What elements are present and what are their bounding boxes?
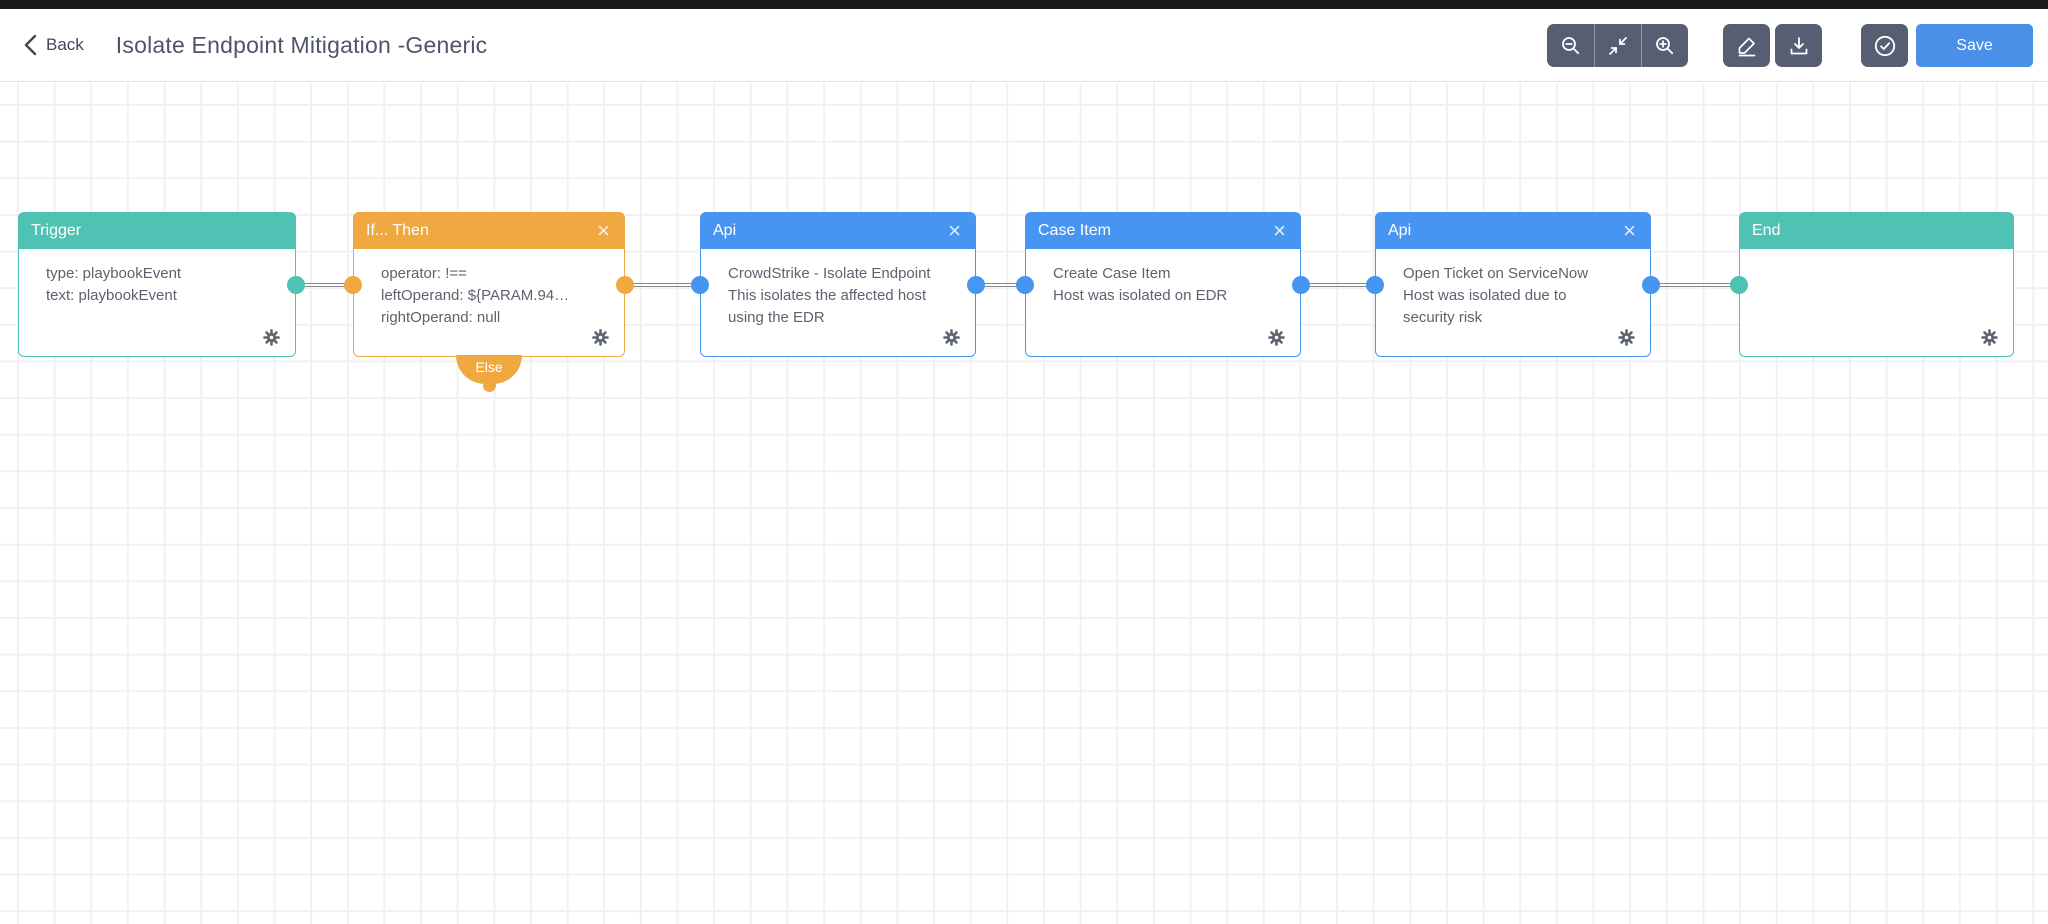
node-type-label: Api xyxy=(713,222,737,239)
settings-gear-icon[interactable] xyxy=(1618,329,1635,346)
zoom-button-group xyxy=(1547,24,1688,67)
else-port[interactable] xyxy=(482,379,496,392)
connector-port-left[interactable] xyxy=(1730,276,1748,294)
node-type-label: If... Then xyxy=(366,222,429,239)
fit-to-screen-icon xyxy=(1609,36,1627,55)
node-header: End xyxy=(1740,213,2013,249)
connector-port-right[interactable] xyxy=(287,276,305,294)
connector-port-right[interactable] xyxy=(967,276,985,294)
close-icon[interactable]: × xyxy=(1273,220,1286,242)
header-toolbar: Save xyxy=(1547,9,2033,82)
else-label: Else xyxy=(475,359,503,375)
zoom-out-icon xyxy=(1561,36,1579,54)
node-body: operator: !== leftOperand: ${PARAM.94… rig… xyxy=(354,249,624,329)
node-api[interactable]: Api × Open Ticket on ServiceNow Host was is… xyxy=(1375,212,1651,357)
node-body-line: leftOperand: ${PARAM.94… xyxy=(381,287,570,304)
settings-gear-icon[interactable] xyxy=(1981,329,1998,346)
connector-port-left[interactable] xyxy=(691,276,709,294)
node-header: If... Then × xyxy=(354,213,624,249)
zoom-in-button[interactable] xyxy=(1641,24,1688,67)
node-if-then[interactable]: If... Then × operator: !== leftOperand: ${P… xyxy=(353,212,625,357)
node-api[interactable]: Api × CrowdStrike - Isolate Endpoint This i… xyxy=(700,212,976,357)
node-header: Api × xyxy=(701,213,975,249)
node-body: CrowdStrike - Isolate Endpoint This isola… xyxy=(701,249,975,329)
app-header: Back Isolate Endpoint Mitigation -Generi… xyxy=(0,9,2048,82)
connector-line xyxy=(1301,283,1375,287)
node-body-line: security risk xyxy=(1403,309,1483,326)
node-body-line: CrowdStrike - Isolate Endpoint xyxy=(728,265,931,282)
playbook-canvas[interactable]: Trigger type: playbookEvent text: playbook… xyxy=(0,83,2048,924)
node-header: Trigger xyxy=(19,213,295,249)
connector-line xyxy=(1651,283,1739,287)
node-header: Case Item × xyxy=(1026,213,1300,249)
zoom-out-button[interactable] xyxy=(1547,24,1594,67)
chevron-left-icon xyxy=(24,34,37,56)
node-body-line: Host was isolated due to xyxy=(1403,287,1567,304)
node-body: Create Case Item Host was isolated on EDR xyxy=(1026,249,1300,307)
node-body-line: text: playbookEvent xyxy=(46,287,177,304)
node-body-line: This isolates the affected host xyxy=(728,287,927,304)
export-button[interactable] xyxy=(1775,24,1822,67)
connector-port-left[interactable] xyxy=(1016,276,1034,294)
close-icon[interactable]: × xyxy=(948,220,961,242)
node-body-line: type: playbookEvent xyxy=(46,265,182,282)
download-icon xyxy=(1790,36,1807,54)
node-body-line: Create Case Item xyxy=(1053,265,1171,282)
node-body-line: Host was isolated on EDR xyxy=(1053,287,1228,304)
fit-to-screen-button[interactable] xyxy=(1594,24,1641,67)
node-type-label: End xyxy=(1752,222,1781,239)
node-type-label: Trigger xyxy=(31,222,82,239)
node-body: type: playbookEvent text: playbookEvent xyxy=(19,249,295,307)
edit-button[interactable] xyxy=(1723,24,1770,67)
connector-port-right[interactable] xyxy=(616,276,634,294)
node-body xyxy=(1740,249,2013,263)
check-circle-icon xyxy=(1874,35,1895,56)
node-case-item[interactable]: Case Item × Create Case Item Host was isola… xyxy=(1025,212,1301,357)
connector-port-left[interactable] xyxy=(1366,276,1384,294)
connector-port-left[interactable] xyxy=(344,276,362,294)
save-button[interactable]: Save xyxy=(1916,24,2033,67)
page-title: Isolate Endpoint Mitigation -Generic xyxy=(115,31,488,58)
pencil-icon xyxy=(1738,37,1755,56)
else-branch-handle[interactable]: Else xyxy=(456,355,522,392)
node-body: Open Ticket on ServiceNow Host was isolat… xyxy=(1376,249,1650,329)
node-header: Api × xyxy=(1376,213,1650,249)
settings-gear-icon[interactable] xyxy=(943,329,960,346)
zoom-in-icon xyxy=(1656,36,1674,54)
close-icon[interactable]: × xyxy=(597,220,610,242)
back-label: Back xyxy=(46,35,84,54)
connector-port-right[interactable] xyxy=(1292,276,1310,294)
node-type-label: Api xyxy=(1388,222,1412,239)
node-type-label: Case Item xyxy=(1038,222,1111,239)
settings-gear-icon[interactable] xyxy=(1268,329,1285,346)
back-button[interactable]: Back xyxy=(24,34,84,56)
close-icon[interactable]: × xyxy=(1623,220,1636,242)
node-body-line: Open Ticket on ServiceNow xyxy=(1403,265,1589,282)
window-chrome-bar xyxy=(0,0,2048,9)
node-body-line: operator: !== xyxy=(381,265,467,282)
settings-gear-icon[interactable] xyxy=(263,329,280,346)
node-trigger[interactable]: Trigger type: playbookEvent text: playbook… xyxy=(18,212,296,357)
connector-line xyxy=(625,283,700,287)
validate-button[interactable] xyxy=(1861,24,1908,67)
node-end[interactable]: End xyxy=(1739,212,2014,357)
node-body-line: rightOperand: null xyxy=(381,309,501,326)
connector-port-right[interactable] xyxy=(1642,276,1660,294)
settings-gear-icon[interactable] xyxy=(592,329,609,346)
node-body-line: using the EDR xyxy=(728,309,825,326)
